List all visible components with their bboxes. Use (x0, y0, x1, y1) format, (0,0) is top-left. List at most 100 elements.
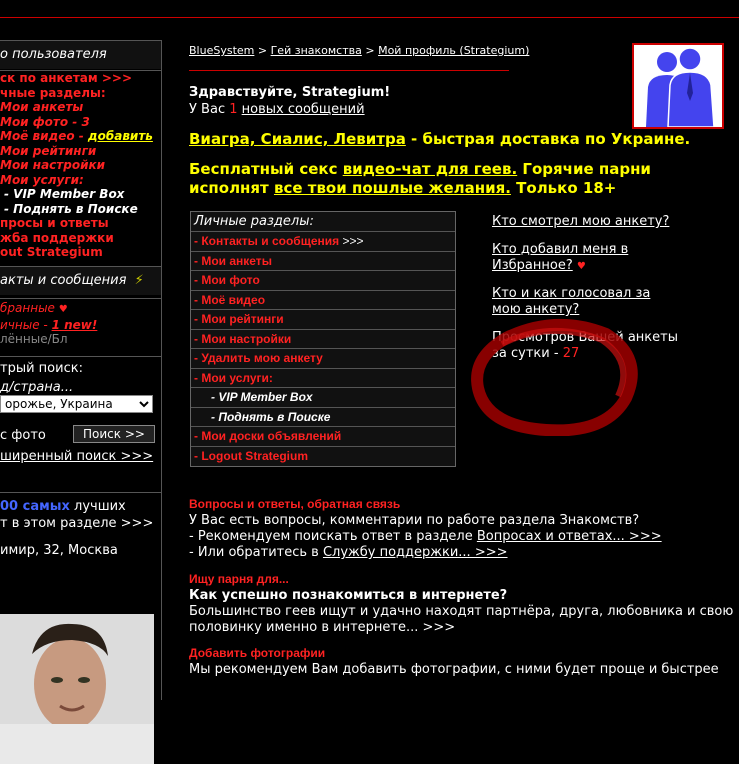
sidebar-menu-label: жба поддержки (0, 230, 114, 245)
personal-menu-label: - Удалить мою анкету (194, 351, 323, 365)
sidebar-menu-item[interactable]: жба поддержки (0, 231, 161, 246)
personal-menu-item[interactable]: - Удалить мою анкету (191, 349, 455, 369)
who-voted-link[interactable]: Кто и как голосовал за мою анкету? (492, 286, 682, 318)
sidebar-menu-item[interactable]: Мои настройки (0, 158, 161, 173)
breadcrumb-link[interactable]: BlueSystem (189, 44, 254, 57)
ad-pharmacy-link[interactable]: Виагра, Сиалис, Левитра (189, 130, 406, 148)
find-section-subtitle: Как успешно познакомиться в интернете? (189, 588, 508, 603)
favorites-label: бранные (0, 301, 55, 315)
personal-menu-item[interactable]: - VIP Member Box (191, 388, 455, 408)
breadcrumb: BlueSystem > Гей знакомства > Мой профил… (189, 44, 529, 57)
personal-menu-item[interactable]: - Мои анкеты (191, 252, 455, 271)
breadcrumb-link[interactable]: Мой профиль (Strategium) (378, 44, 529, 57)
sidebar-menu-item[interactable]: out Strategium (0, 245, 161, 260)
personal-menu-suffix: >>> (339, 234, 364, 248)
find-section-title[interactable]: Ищу парня для... (189, 572, 289, 586)
best-profile-caption[interactable]: имир, 32, Москва (0, 543, 161, 558)
who-viewed-link[interactable]: Кто смотрел мою анкету? (492, 214, 682, 230)
ad-video-text3: Только 18+ (510, 179, 617, 197)
best-line1: 00 самых лучших (0, 499, 161, 514)
heart-icon: ♥ (58, 304, 68, 315)
sidebar-deleted-link[interactable]: лённые/Бл (0, 332, 161, 347)
personal-menu-label: - Мои доски объявлений (194, 429, 342, 443)
quick-search-label: трый поиск: (0, 361, 83, 376)
ad-pharmacy-text: - быстрая доставка по Украине. (405, 130, 691, 148)
ad-video-chat: Бесплатный секс видео-чат для геев. Горя… (189, 160, 709, 198)
red-circle-annotation (471, 318, 638, 436)
qa-link[interactable]: Вопросах и ответах... >>> (477, 529, 662, 544)
best-count[interactable]: 00 самых (0, 499, 70, 514)
personal-menu-item[interactable]: - Logout Strategium (191, 447, 455, 467)
sidebar-menu-item[interactable]: Мои анкеты (0, 100, 161, 115)
personal-menu-label: - Logout Strategium (194, 448, 308, 463)
personal-menu-label: - Контакты и сообщения (194, 234, 340, 248)
qa-section-title[interactable]: Вопросы и ответы, обратная связь (189, 497, 400, 511)
breadcrumb-separator: > (254, 44, 271, 57)
sidebar-menu-label: просы и ответы (0, 216, 109, 230)
personal-menu-item[interactable]: - Поднять в Поиске (191, 408, 455, 427)
find-text1: Большинство геев ищут и удачно находят п… (189, 604, 734, 619)
who-added-link[interactable]: Кто добавил меня в Избранное? (492, 242, 628, 273)
sidebar-menu-item[interactable]: Мои услуги: (0, 173, 161, 188)
qa-line2-prefix: - Рекомендуем поискать ответ в разделе (189, 529, 477, 544)
personal-menu-item[interactable]: - Мои настройки (191, 330, 455, 349)
sidebar-menu-label: ск по анкетам >>> (0, 71, 133, 85)
best-line1-rest: лучших (69, 499, 126, 514)
search-button[interactable]: Поиск >> (73, 425, 155, 443)
sidebar-menu-label: Мои услуги: (0, 172, 84, 187)
sidebar-best-profiles: 00 самых лучших т в этом разделе >>> ими… (0, 492, 161, 558)
personal-menu-item[interactable]: - Мои доски объявлений (191, 427, 455, 447)
ad-video-link2[interactable]: все твои пошлые желания. (274, 179, 511, 197)
qa-line2: - Рекомендуем поискать ответ в разделе В… (189, 529, 662, 544)
sidebar-menu-item[interactable]: Мои рейтинги (0, 144, 161, 159)
greeting-title: Здравствуйте, Strategium! (189, 85, 391, 100)
sidebar-menu-item[interactable]: - Поднять в Поиске (0, 202, 161, 217)
city-select[interactable]: орожье, Украина (0, 395, 153, 413)
sidebar-menu-item[interactable]: просы и ответы (0, 216, 161, 231)
user-avatar[interactable] (632, 43, 724, 129)
personal-menu-label: - Мои анкеты (194, 253, 272, 268)
left-sidebar: о пользователя ск по анкетам >>> чные раз… (0, 40, 162, 764)
sidebar-contacts: бранные ♥ ичные - 1 new! лённые/Бл (0, 298, 161, 347)
sidebar-menu-item[interactable]: - VIP Member Box (0, 187, 161, 202)
personal-menu-item[interactable]: - Мои рейтинги (191, 310, 455, 330)
new-messages-link[interactable]: новых сообщений (242, 102, 365, 117)
ad-video-link1[interactable]: видео-чат для геев. (343, 160, 518, 178)
avatar-silhouette-icon (634, 45, 722, 128)
breadcrumb-link[interactable]: Гей знакомства (271, 44, 362, 57)
breadcrumb-separator: > (361, 44, 379, 57)
sidebar-menu-item[interactable]: Моё видео - добавить (0, 129, 161, 144)
sidebar-header: о пользователя (0, 40, 161, 69)
photo-text: Мы рекомендуем Вам добавить фотографии, … (189, 662, 719, 677)
ad-pharmacy: Виагра, Сиалис, Левитра - быстрая достав… (189, 130, 690, 148)
sidebar-menu-label: out Strategium (0, 245, 103, 259)
support-link[interactable]: Службу поддержки... >>> (323, 545, 508, 560)
sidebar-favorites-link[interactable]: бранные ♥ (0, 301, 161, 318)
personal-menu-item[interactable]: - Контакты и сообщения >>> (191, 232, 455, 252)
lightning-icon: ⚡ (134, 273, 144, 288)
qa-line3: - Или обратитесь в Службу поддержки... >… (189, 545, 508, 560)
add-video-link[interactable]: добавить (88, 129, 153, 143)
sidebar-menu-label: - Поднять в Поиске (4, 201, 138, 216)
personal-menu-item[interactable]: - Мои услуги: (191, 369, 455, 388)
personal-menu-item[interactable]: - Моё видео (191, 291, 455, 310)
qa-line1: У Вас есть вопросы, комментарии по работ… (189, 513, 640, 528)
best-profile-photo[interactable] (0, 614, 154, 764)
new-messages-line: У Вас 1 новых сообщений (189, 102, 365, 117)
sidebar-menu-item[interactable]: ск по анкетам >>> (0, 71, 161, 86)
sidebar-menu-item[interactable]: чные разделы: (0, 86, 161, 101)
find-text2[interactable]: половинку именно в интернете... >>> (189, 620, 455, 635)
photo-section-title[interactable]: Добавить фотографии (189, 646, 325, 660)
personal-menu-label: - Мои настройки (194, 331, 292, 346)
ad-video-text1: Бесплатный секс (189, 160, 343, 178)
new-messages-badge[interactable]: 1 new! (52, 318, 98, 332)
personal-sections-header: Личные разделы: (191, 212, 455, 232)
extended-search-link[interactable]: ширенный поиск >>> (0, 449, 161, 464)
photo-only-label: с фото (0, 428, 46, 443)
best-line2[interactable]: т в этом разделе >>> (0, 516, 161, 531)
sidebar-menu-item[interactable]: Мои фото - 3 (0, 115, 161, 130)
qa-line3-prefix: - Или обратитесь в (189, 545, 323, 560)
sidebar-menu-label: Мои рейтинги (0, 143, 97, 158)
sidebar-personal-link[interactable]: ичные - 1 new! (0, 318, 161, 333)
personal-menu-item[interactable]: - Мои фото (191, 271, 455, 291)
